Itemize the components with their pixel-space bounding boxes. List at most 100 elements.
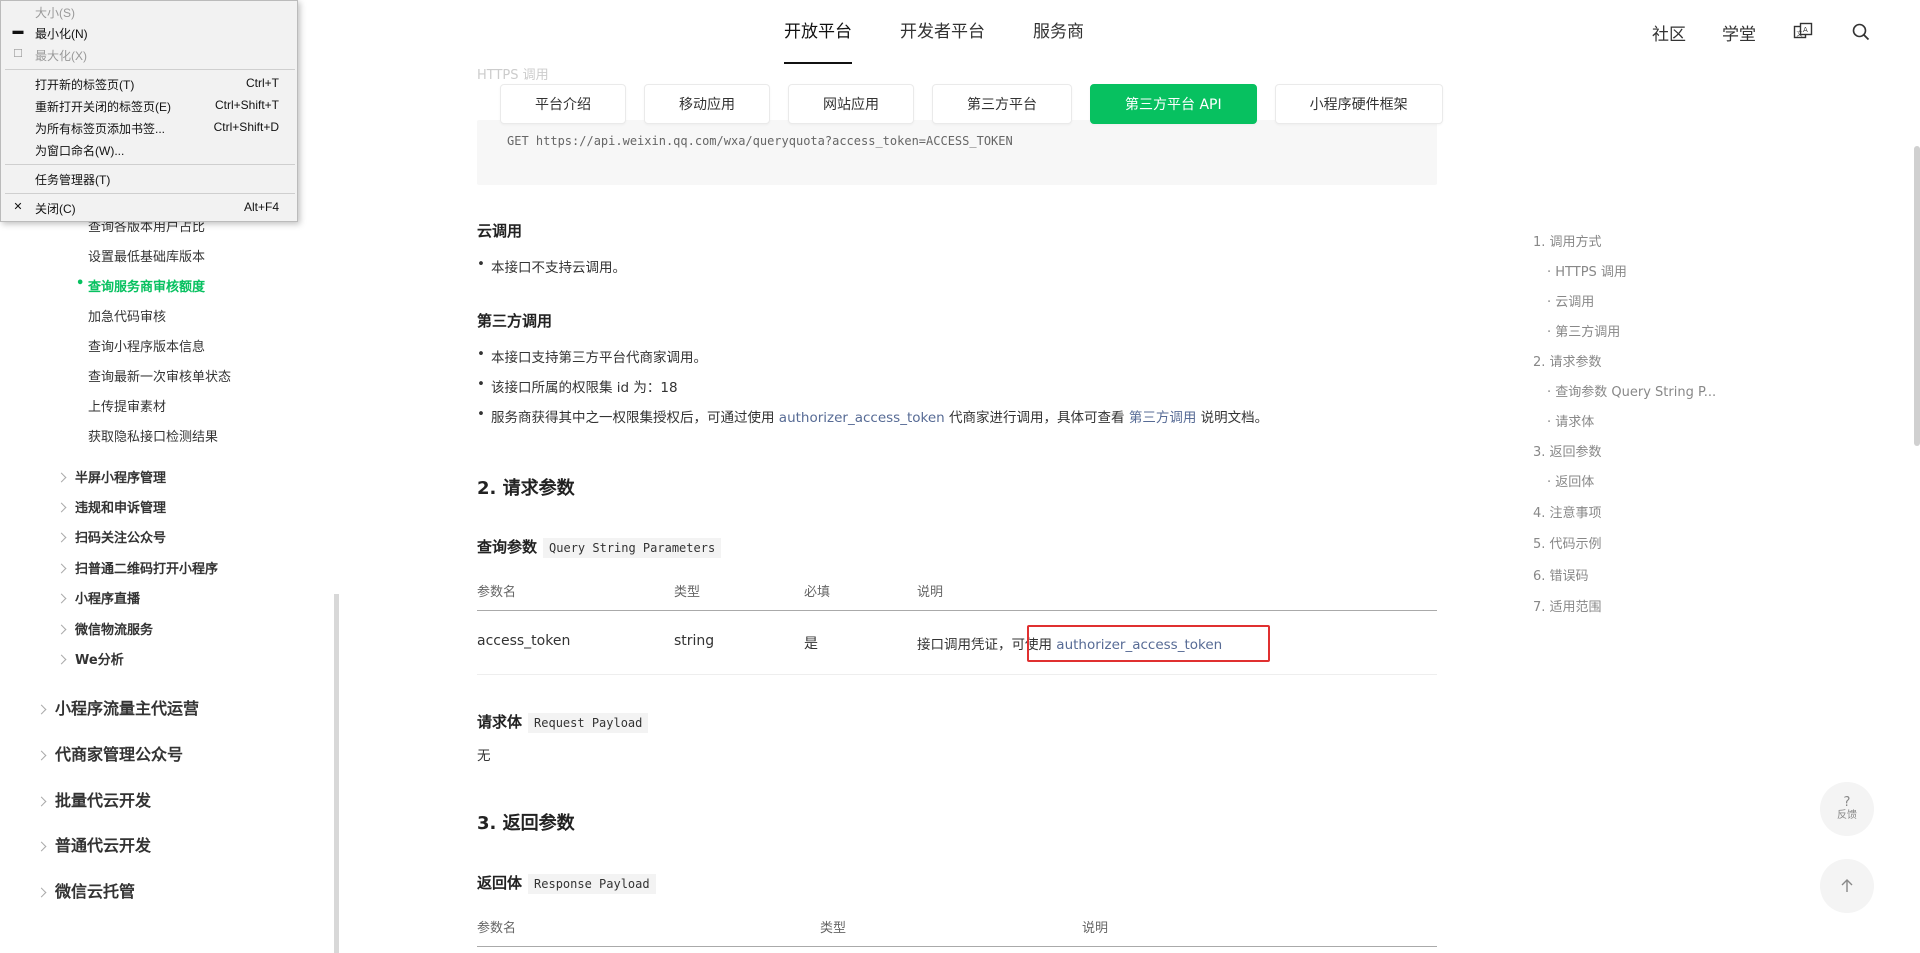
- menu-item-new-tab[interactable]: 打开新的标签页(T) Ctrl+T: [1, 73, 299, 93]
- text: 查询参数: [477, 538, 538, 556]
- tab-mobile-app[interactable]: 移动应用: [644, 84, 770, 124]
- menu-shortcut: Ctrl+Shift+D: [213, 120, 279, 134]
- sidebar-item-label: 扫码关注公众号: [75, 531, 167, 546]
- sidebar-item-violation[interactable]: 违规和申诉管理: [56, 497, 167, 516]
- chevron-right-icon: [56, 532, 67, 543]
- query-params-title: 查询参数 Query String Parameters: [477, 536, 722, 558]
- menu-item-minimize[interactable]: ▬ 最小化(N): [1, 22, 299, 42]
- third-party-title: 第三方调用: [477, 312, 553, 330]
- toc-item[interactable]: 2. 请求参数: [1533, 351, 1602, 370]
- search-icon[interactable]: [1850, 21, 1872, 43]
- tab-website-app[interactable]: 网站应用: [788, 84, 914, 124]
- toc-item[interactable]: 7. 适用范围: [1533, 596, 1602, 615]
- sidebar-item-privacy-check[interactable]: 获取隐私接口检测结果: [88, 426, 218, 445]
- tab-third-party[interactable]: 第三方平台: [932, 84, 1072, 124]
- menu-label: 最小化(N): [35, 27, 88, 41]
- menu-shortcut: Ctrl+Shift+T: [214, 98, 279, 112]
- nav-service-provider[interactable]: 服务商: [1009, 0, 1108, 64]
- menu-item-size[interactable]: 大小(S): [1, 1, 299, 21]
- tab-hardware-framework[interactable]: 小程序硬件框架: [1274, 84, 1443, 124]
- window-context-menu: 大小(S) ▬ 最小化(N) ☐ 最大化(X) 打开新的标签页(T) Ctrl+T 重…: [0, 0, 298, 222]
- chevron-right-icon: [36, 704, 47, 715]
- text: 请求体: [477, 713, 523, 731]
- code-block: GET https://api.weixin.qq.com/wxa/queryq…: [477, 120, 1437, 185]
- sidebar-item-we-analysis[interactable]: We分析: [56, 649, 124, 668]
- back-to-top-button[interactable]: [1820, 859, 1874, 913]
- menu-label: 为所有标签页添加书签...: [35, 122, 166, 136]
- resp-table-divider: [477, 946, 1437, 947]
- sidebar-scrollbar[interactable]: [334, 594, 339, 953]
- toc-item[interactable]: · 返回体: [1547, 471, 1594, 490]
- sidebar-item-label: 批量代云开发: [55, 791, 152, 810]
- maximize-icon: ☐: [13, 48, 23, 60]
- sidebar-item-qrcode-open[interactable]: 扫普通二维码打开小程序: [56, 558, 218, 577]
- sidebar-item-normal-cloud[interactable]: 普通代云开发: [36, 832, 151, 856]
- nav-open-platform[interactable]: 开放平台: [760, 0, 876, 64]
- toc-item[interactable]: 4. 注意事项: [1533, 502, 1602, 521]
- menu-item-task-manager[interactable]: 任务管理器(T): [1, 168, 299, 188]
- code-inline: Request Payload: [528, 713, 649, 733]
- sidebar-item-traffic-ops[interactable]: 小程序流量主代运营: [36, 695, 200, 719]
- page: 开放平台 开发者平台 服务商 社区 学堂 A文 查询各版本用户占比 设置最低基础…: [0, 0, 1920, 953]
- sidebar-item-scan-follow[interactable]: 扫码关注公众号: [56, 527, 167, 546]
- menu-item-close[interactable]: ✕ 关闭(C) Alt+F4: [1, 197, 299, 217]
- page-scrollbar[interactable]: [1914, 146, 1920, 446]
- menu-item-bookmark-all[interactable]: 为所有标签页添加书签... Ctrl+Shift+D: [1, 117, 299, 137]
- menu-item-reopen-tab[interactable]: 重新打开关闭的标签页(E) Ctrl+Shift+T: [1, 95, 299, 115]
- text: 服务商获得其中之一权限集授权后，可通过使用: [491, 410, 779, 426]
- nav-academy[interactable]: 学堂: [1722, 20, 1756, 45]
- chevron-right-icon: [56, 563, 67, 574]
- sidebar-item-version-info[interactable]: 查询小程序版本信息: [88, 336, 205, 355]
- nav-community[interactable]: 社区: [1652, 20, 1686, 45]
- menu-label: 关闭(C): [35, 202, 76, 216]
- resp-header-type: 类型: [820, 921, 847, 936]
- sidebar-item-label: 违规和申诉管理: [75, 501, 167, 516]
- sidebar-item-logistics[interactable]: 微信物流服务: [56, 619, 153, 638]
- menu-item-name-window[interactable]: 为窗口命名(W)...: [1, 139, 299, 159]
- sidebar-item-cloud-hosting[interactable]: 微信云托管: [36, 878, 135, 902]
- third-party-bullet-2: 该接口所属的权限集 id 为：18: [477, 376, 678, 396]
- nav-developer-platform[interactable]: 开发者平台: [876, 0, 1009, 64]
- sidebar-item-latest-audit-status[interactable]: 查询最新一次审核单状态: [88, 366, 231, 385]
- menu-item-maximize[interactable]: ☐ 最大化(X): [1, 44, 299, 64]
- toc-item[interactable]: 6. 错误码: [1533, 565, 1589, 584]
- chevron-right-icon: [56, 593, 67, 604]
- translate-icon[interactable]: A文: [1792, 21, 1814, 43]
- toc-item[interactable]: · 查询参数 Query String P...: [1547, 381, 1716, 400]
- cell-param-required: 是: [804, 636, 818, 652]
- highlight-box: [1027, 625, 1270, 662]
- svg-text:A: A: [1803, 26, 1808, 34]
- chevron-right-icon: [56, 502, 67, 513]
- tab-third-party-api[interactable]: 第三方平台 API: [1090, 84, 1257, 124]
- third-party-bullet-1: 本接口支持第三方平台代商家调用。: [477, 346, 707, 366]
- toc-item[interactable]: · 第三方调用: [1547, 321, 1620, 340]
- toc-item[interactable]: 1. 调用方式: [1533, 231, 1602, 250]
- table-header-required: 必填: [804, 585, 831, 600]
- resp-header-name: 参数名: [477, 921, 517, 936]
- toc-item[interactable]: · 请求体: [1547, 411, 1594, 430]
- sidebar-item-min-lib-version[interactable]: 设置最低基础库版本: [88, 246, 205, 265]
- sidebar-item-label: 小程序流量主代运营: [55, 699, 200, 718]
- sidebar-item-official-account[interactable]: 代商家管理公众号: [36, 741, 183, 765]
- toc-item[interactable]: 5. 代码示例: [1533, 533, 1602, 552]
- menu-label: 大小(S): [35, 6, 75, 20]
- menu-shortcut: Ctrl+T: [246, 76, 279, 90]
- tab-platform-intro[interactable]: 平台介绍: [500, 84, 626, 124]
- sidebar-item-batch-cloud[interactable]: 批量代云开发: [36, 787, 152, 811]
- sidebar-item-half-screen[interactable]: 半屏小程序管理: [56, 467, 166, 486]
- toc-item[interactable]: · HTTPS 调用: [1547, 261, 1627, 280]
- menu-separator: [5, 164, 295, 165]
- table-header-name: 参数名: [477, 585, 517, 600]
- menu-label: 打开新的标签页(T): [35, 78, 135, 92]
- close-icon: ✕: [13, 201, 23, 213]
- request-body-value: 无: [477, 748, 491, 764]
- toc-item[interactable]: 3. 返回参数: [1533, 441, 1602, 460]
- sidebar-item-speedup-audit[interactable]: 加急代码审核: [88, 306, 166, 325]
- authorizer-token-link[interactable]: authorizer_access_token: [779, 410, 945, 426]
- toc-item[interactable]: · 云调用: [1547, 291, 1594, 310]
- third-party-call-link[interactable]: 第三方调用: [1129, 410, 1197, 426]
- sidebar-item-live[interactable]: 小程序直播: [56, 588, 140, 607]
- sidebar-item-query-quota[interactable]: 查询服务商审核额度: [76, 276, 205, 295]
- sidebar-item-upload-media[interactable]: 上传提审素材: [88, 396, 166, 415]
- feedback-button[interactable]: ? 反馈: [1820, 782, 1874, 836]
